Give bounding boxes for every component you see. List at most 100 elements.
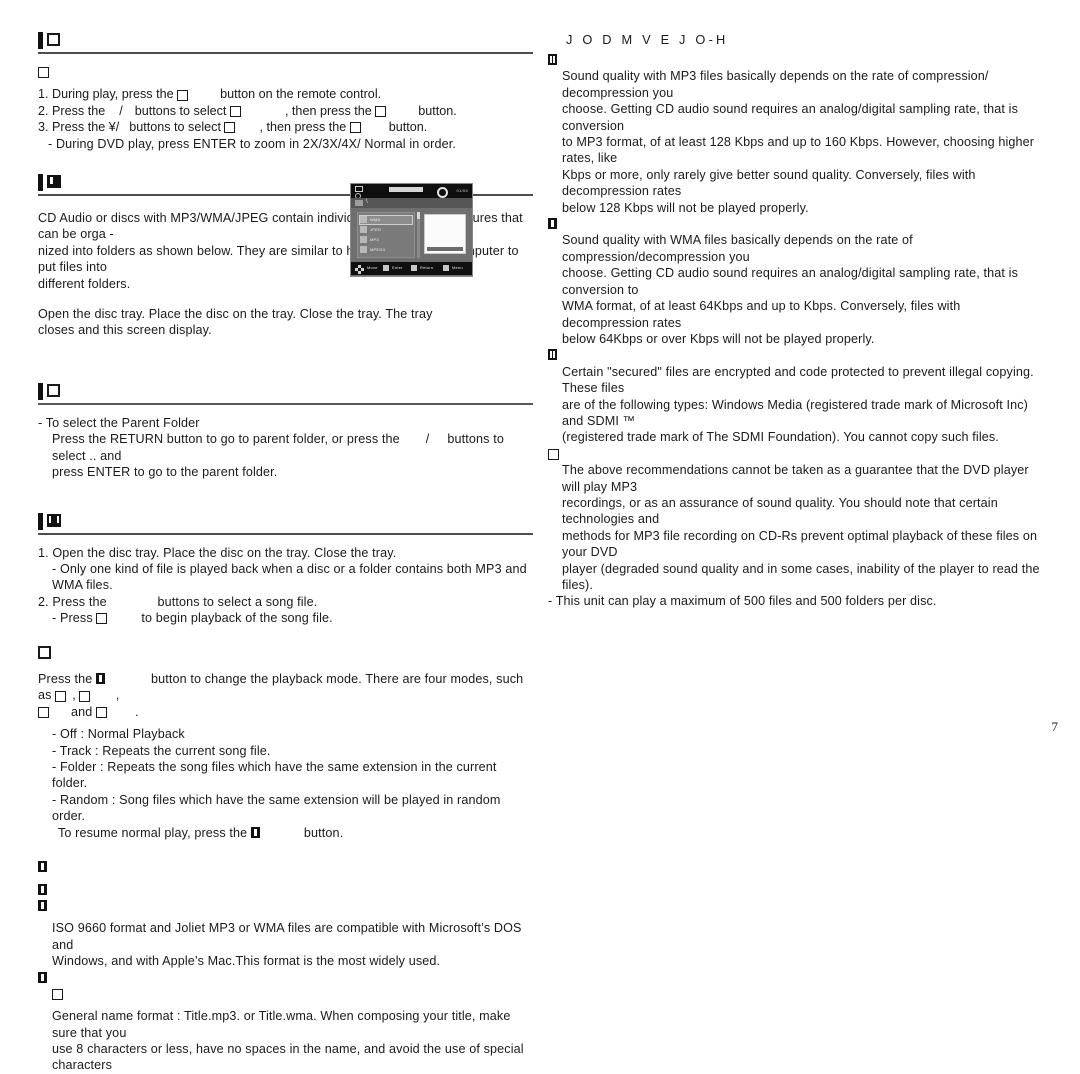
black-glyph-icon — [95, 673, 105, 685]
repeat-resume-line: To resume normal play, press the button. — [58, 825, 344, 840]
scrollbar[interactable] — [417, 212, 420, 258]
cdr-name-line-2: use 8 characters or less, have no spaces… — [52, 1042, 524, 1073]
right-footer-note: - This unit can play a maximum of 500 fi… — [548, 594, 937, 609]
black-glyph-icon — [38, 861, 47, 873]
list-item-label: MP3 — [370, 237, 379, 242]
missing-glyph-icon — [52, 989, 63, 1001]
right-block-2-glyph — [548, 347, 1048, 363]
cdr-sub-glyph-3 — [38, 969, 533, 985]
manual-page: 1. During play, press the button on the … — [0, 0, 1080, 1072]
parent-folder-line-1: - To select the Parent Folder — [38, 415, 200, 430]
osd-path-bar: \ — [351, 198, 472, 208]
right-block-3: The above recommendations cannot be take… — [562, 463, 1040, 592]
section-header-cdr — [38, 859, 533, 875]
section-header-parent-folder — [38, 383, 533, 405]
path-separator: \ — [366, 199, 368, 205]
missing-glyph-icon — [96, 706, 108, 718]
section-rule — [38, 52, 533, 54]
folder-icon — [360, 246, 367, 253]
missing-glyph-icon — [47, 33, 60, 47]
cdr-iso-line-2: Windows, and with Apple’s Mac.This forma… — [52, 954, 441, 969]
repeat-bullet-0: - Off : Normal Playback — [52, 727, 185, 742]
playback-note-1: - Only one kind of file is played back w… — [52, 561, 527, 593]
right-block-2: Certain "secured" files are encrypted an… — [562, 364, 1034, 445]
list-item-label: WMA — [370, 217, 381, 222]
list-item-label: JPEG — [370, 227, 382, 232]
repeat-lead: Press the button to change the playback … — [38, 671, 524, 719]
enter-key-icon — [383, 265, 389, 271]
playback-press-line: - Press to begin playback of the song fi… — [52, 611, 333, 626]
missing-glyph-icon — [47, 384, 60, 398]
folder-para-2: Open the disc tray. Place the disc on th… — [38, 307, 433, 338]
return-key-icon — [411, 265, 417, 271]
playback-step-2: 2. Press the buttons to select a song fi… — [38, 594, 318, 609]
repeat-bullet-2: - Folder : Repeats the song files which … — [52, 759, 497, 791]
section-rule — [38, 402, 533, 405]
list-item: 3. Press the ¥/buttons to select , then … — [38, 120, 428, 135]
black-glyph-icon — [548, 218, 557, 230]
osd-key-enter: Enter — [392, 265, 403, 270]
osd-time: 01/04 — [456, 188, 468, 193]
osd-bottom-bar: Move Enter Return Menu — [351, 262, 472, 275]
osd-key-menu: Menu — [452, 265, 463, 270]
list-item[interactable]: WMA — [359, 215, 413, 225]
gear-icon — [437, 187, 448, 198]
zoom-note: - During DVD play, press ENTER to zoom i… — [48, 136, 456, 151]
parent-folder-line-3: press ENTER to go to the parent folder. — [52, 465, 278, 480]
cdr-sub-glyph-1 — [38, 881, 533, 897]
missing-glyph-icon — [229, 105, 241, 117]
section-bar — [38, 512, 43, 530]
osd-title-placeholder — [389, 187, 423, 192]
right-block-3-glyph — [548, 446, 1048, 462]
preview-pane — [424, 214, 466, 254]
section-bar — [38, 32, 43, 50]
section-header-repeat — [38, 645, 533, 661]
folder-icon — [360, 216, 367, 223]
right-block-0-glyph — [548, 52, 1048, 68]
list-item[interactable]: JPEG — [360, 226, 412, 234]
osd-key-move: Move — [367, 265, 378, 270]
missing-glyph-icon — [96, 613, 108, 625]
repeat-bullet-1: - Track : Repeats the current song file. — [52, 743, 271, 758]
osd-file-list[interactable]: WMA JPEG MP3 MPEG4 — [357, 212, 415, 258]
osd-key-return: Return — [420, 265, 434, 270]
missing-glyph-icon — [38, 645, 51, 659]
list-item[interactable]: MPEG4 — [360, 246, 412, 254]
osd-body: WMA JPEG MP3 MPEG4 — [351, 208, 472, 262]
black-glyph-icon — [250, 826, 260, 838]
missing-glyph-icon — [177, 89, 189, 101]
missing-glyph-icon — [38, 706, 49, 718]
page-number: 7 — [1051, 719, 1059, 734]
right-column-title: J O D M V E J O-H — [566, 32, 729, 47]
missing-glyph-icon — [55, 690, 67, 702]
folder-icon — [360, 236, 367, 243]
section-header-zoom — [38, 32, 533, 54]
dpad-icon — [355, 265, 364, 274]
missing-glyph-icon — [548, 448, 559, 460]
parent-folder-line-2: Press the RETURN button to go to parent … — [52, 432, 504, 463]
folder-icon — [355, 200, 363, 206]
list-item-label: MPEG4 — [370, 247, 386, 252]
disc-icon — [355, 186, 363, 199]
missing-glyph-icon — [38, 67, 49, 79]
folder-icon — [360, 226, 367, 233]
right-block-1: Sound quality with WMA files basically d… — [562, 233, 1019, 346]
cdr-sub-glyph-2 — [38, 898, 533, 914]
black-glyph-icon — [38, 883, 47, 895]
black-glyph-icon — [47, 513, 61, 527]
osd-top-bar: 01/04 — [351, 184, 472, 199]
playback-step-1: 1. Open the disc tray. Place the disc on… — [38, 545, 397, 560]
black-glyph-icon — [548, 349, 557, 361]
zoom-steps: 1. During play, press the button on the … — [38, 86, 533, 135]
right-block-1-glyph — [548, 216, 1048, 232]
black-glyph-icon — [548, 54, 557, 66]
list-item: 2. Press the / buttons to select , then pr… — [38, 103, 457, 118]
right-block-0: Sound quality with MP3 files basically d… — [562, 69, 1035, 215]
zoom-sub-glyph-line — [38, 64, 533, 80]
menu-key-icon — [443, 265, 449, 271]
right-column: J O D M V E J O-H Sound quality with MP3… — [548, 32, 1048, 610]
missing-glyph-icon — [375, 105, 387, 117]
section-rule — [38, 532, 533, 535]
list-item[interactable]: MP3 — [360, 236, 412, 244]
section-bar — [38, 174, 43, 192]
